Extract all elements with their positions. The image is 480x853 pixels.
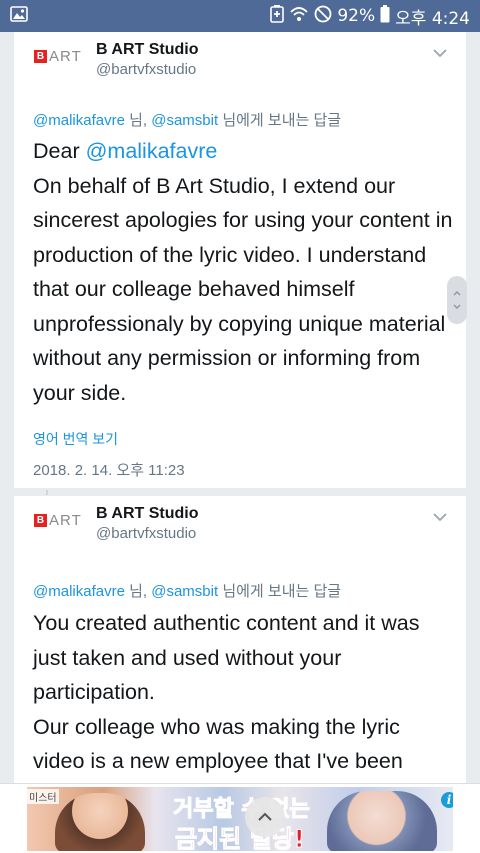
display-name[interactable]: B ART Studio [96, 505, 199, 523]
display-name[interactable]: B ART Studio [96, 41, 199, 59]
battery-percent: 92% [337, 6, 376, 26]
ad-character-right [327, 791, 437, 851]
tweet-feed[interactable]: B ART B ART Studio @bartvfxstudio @malik… [0, 32, 480, 783]
mention-link[interactable]: @malikafavre [33, 583, 125, 600]
avatar[interactable]: B ART [34, 48, 88, 74]
ad-banner[interactable]: 미스터 거부할 수 없는 금지된 밀당! i [0, 783, 480, 853]
avatar-logo-text: ART [49, 512, 82, 529]
tweet-text: Dear @malikafavre On behalf of B Art Stu… [33, 134, 453, 410]
tweet-card[interactable]: B ART B ART Studio @bartvfxstudio @malik… [14, 32, 466, 488]
battery-saver-icon [270, 4, 285, 28]
reply-separator: 님, [124, 583, 152, 600]
tweet-header: B ART B ART Studio @bartvfxstudio [14, 32, 466, 92]
tweet-paragraph: You created authentic content and it was… [33, 611, 420, 704]
ad-image[interactable]: 미스터 거부할 수 없는 금지된 밀당! i [27, 787, 453, 851]
reply-suffix: 님에게 보내는 답글 [218, 112, 342, 129]
mention-link[interactable]: @samsbit [151, 112, 218, 129]
clock: 오후 4:24 [395, 8, 470, 29]
fast-scroll-handle[interactable] [447, 276, 467, 324]
ad-brand: 미스터 [27, 789, 59, 804]
logo-b-mark: B [34, 514, 47, 527]
reply-to-line: @malikafavre 님, @samsbit 님에게 보내는 답글 [33, 109, 341, 130]
wifi-icon [289, 5, 309, 28]
reply-separator: 님, [124, 112, 152, 129]
tweet-greeting: Dear @malikafavre [33, 134, 453, 169]
logo-b-mark: B [34, 50, 47, 63]
thread-connector [46, 490, 48, 495]
ad-subheadline: 금지된 밀당! [175, 825, 306, 852]
tweet-card[interactable]: B ART B ART Studio @bartvfxstudio @malik… [14, 496, 466, 783]
gallery-icon [10, 6, 28, 26]
collapse-ad-button[interactable] [245, 797, 285, 837]
mention-link[interactable]: @samsbit [151, 583, 218, 600]
reply-to-line: @malikafavre 님, @samsbit 님에게 보내는 답글 [33, 580, 341, 601]
ad-character-left [55, 793, 145, 851]
chevron-up-icon [258, 812, 272, 821]
do-not-disturb-icon [314, 5, 332, 28]
avatar-logo-text: ART [49, 48, 82, 65]
mention-link[interactable]: @malikafavre [86, 139, 218, 163]
tweet-paragraph: On behalf of B Art Studio, I extend our … [33, 173, 453, 405]
timestamp[interactable]: 2018. 2. 14. 오후 11:23 [33, 459, 185, 480]
tweet-text: You created authentic content and it was… [33, 606, 453, 779]
chevron-down-icon[interactable] [430, 510, 450, 524]
chevron-down-icon[interactable] [430, 46, 450, 60]
tweet-header: B ART B ART Studio @bartvfxstudio [14, 496, 466, 556]
user-handle[interactable]: @bartvfxstudio [96, 525, 196, 542]
greeting-word: Dear [33, 139, 86, 163]
translate-link[interactable]: 영어 번역 보기 [33, 429, 118, 449]
avatar[interactable]: B ART [34, 512, 88, 538]
user-handle[interactable]: @bartvfxstudio [96, 61, 196, 78]
ad-info-icon[interactable]: i [441, 792, 453, 808]
status-bar: 92% 오후 4:24 [0, 0, 480, 32]
tweet-paragraph: Our colleage who was making the lyric vi… [33, 714, 403, 774]
reply-suffix: 님에게 보내는 답글 [218, 583, 342, 600]
battery-icon [380, 4, 390, 28]
mention-link[interactable]: @malikafavre [33, 112, 125, 129]
